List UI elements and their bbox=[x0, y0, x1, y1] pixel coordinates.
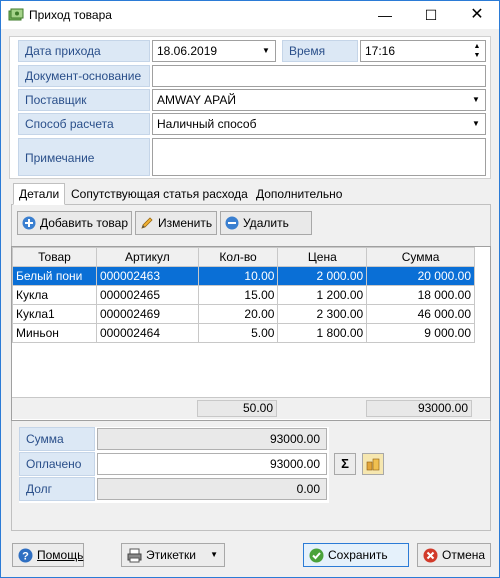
chevron-down-icon[interactable]: ▼ bbox=[258, 42, 274, 60]
supplier-value: AMWAY АРАЙ bbox=[157, 93, 236, 107]
printer-icon bbox=[127, 548, 142, 563]
sum-total-button[interactable]: Σ bbox=[334, 453, 356, 475]
goods-table[interactable]: Товар Артикул Кол-во Цена Сумма Белый по… bbox=[11, 246, 491, 421]
window-title: Приход товара bbox=[29, 8, 112, 22]
save-label: Сохранить bbox=[328, 548, 388, 562]
app-icon bbox=[8, 8, 24, 21]
cell-price: 1 800.00 bbox=[277, 323, 368, 343]
labels-button[interactable]: Этикетки ▼ bbox=[121, 543, 225, 567]
paid-label: Оплачено bbox=[19, 452, 95, 476]
tab-strip: Детали Сопутствующая статья расхода Допо… bbox=[11, 183, 491, 205]
help-label: Помощь bbox=[37, 548, 84, 562]
add-product-button[interactable]: Добавить товар bbox=[17, 211, 132, 235]
header-form: Дата прихода 18.06.2019 ▼ Время 17:16 ▲ ▼… bbox=[9, 36, 491, 179]
delete-label: Удалить bbox=[243, 216, 289, 230]
date-value: 18.06.2019 bbox=[157, 44, 218, 58]
help-button[interactable]: ? Помощь bbox=[12, 543, 84, 567]
doc-label: Документ-основание bbox=[18, 65, 150, 87]
cancel-button[interactable]: Отмена bbox=[417, 543, 491, 567]
table-row[interactable]: Кукла1 000002469 20.00 2 300.00 46 000.0… bbox=[12, 304, 475, 324]
cancel-icon bbox=[423, 548, 438, 563]
minus-icon bbox=[225, 216, 239, 230]
svg-text:?: ? bbox=[22, 551, 29, 563]
cell-sum: 9 000.00 bbox=[366, 323, 475, 343]
supplier-label: Поставщик bbox=[18, 89, 150, 111]
cell-product: Миньон bbox=[12, 323, 97, 343]
cell-sum: 20 000.00 bbox=[366, 266, 475, 286]
tab-details[interactable]: Детали bbox=[13, 183, 66, 205]
add-product-label: Добавить товар bbox=[40, 216, 128, 230]
payment-field[interactable]: Наличный способ ▼ bbox=[152, 113, 486, 135]
doc-field[interactable] bbox=[152, 65, 486, 87]
delete-button[interactable]: Удалить bbox=[220, 211, 312, 235]
coins-button[interactable] bbox=[362, 453, 384, 475]
cell-article: 000002465 bbox=[95, 285, 199, 305]
cell-article: 000002469 bbox=[95, 304, 199, 324]
help-icon: ? bbox=[18, 548, 33, 563]
cell-price: 2 300.00 bbox=[277, 304, 368, 324]
sum-label: Сумма bbox=[19, 427, 95, 451]
cell-product: Кукла bbox=[12, 285, 97, 305]
table-row[interactable]: Белый пони 000002463 10.00 2 000.00 20 0… bbox=[12, 266, 475, 286]
summary-panel: Сумма 93000.00 Оплачено 93000.00 Долг 0.… bbox=[19, 427, 329, 503]
chevron-down-icon: ▼ bbox=[210, 550, 218, 559]
plus-icon bbox=[22, 216, 36, 230]
cell-qty: 5.00 bbox=[197, 323, 279, 343]
cell-article: 000002464 bbox=[95, 323, 199, 343]
chevron-down-icon[interactable]: ▼ bbox=[468, 91, 484, 109]
cancel-label: Отмена bbox=[442, 548, 486, 562]
maximize-button[interactable]: ☐ bbox=[408, 1, 454, 29]
cell-qty: 20.00 bbox=[197, 304, 279, 324]
payment-label: Способ расчета bbox=[18, 113, 150, 135]
save-button[interactable]: Сохранить bbox=[303, 543, 409, 567]
chevron-down-icon[interactable]: ▼ bbox=[468, 115, 484, 133]
cell-price: 1 200.00 bbox=[277, 285, 368, 305]
cell-sum: 18 000.00 bbox=[366, 285, 475, 305]
edit-label: Изменить bbox=[158, 216, 213, 230]
payment-value: Наличный способ bbox=[157, 117, 257, 131]
labels-label: Этикетки bbox=[146, 548, 196, 562]
note-field[interactable] bbox=[152, 138, 486, 176]
cell-qty: 15.00 bbox=[197, 285, 279, 305]
close-button[interactable]: ✕ bbox=[454, 1, 500, 29]
coins-icon bbox=[366, 458, 380, 471]
totals-row: 50.00 93000.00 bbox=[12, 397, 490, 419]
window: Приход товара — ☐ ✕ Дата прихода 18.06.2… bbox=[0, 0, 500, 578]
time-label: Время bbox=[282, 40, 358, 62]
minimize-button[interactable]: — bbox=[362, 1, 408, 29]
total-qty: 50.00 bbox=[197, 400, 277, 417]
time-value: 17:16 bbox=[365, 44, 396, 58]
sum-field: 93000.00 bbox=[97, 428, 327, 450]
column-header[interactable]: Кол-во bbox=[197, 247, 279, 267]
table-row[interactable]: Миньон 000002464 5.00 1 800.00 9 000.00 bbox=[12, 323, 475, 343]
cell-price: 2 000.00 bbox=[277, 266, 368, 286]
tab-additional[interactable]: Дополнительно bbox=[250, 183, 348, 205]
column-header[interactable]: Цена bbox=[277, 247, 368, 267]
column-header[interactable]: Артикул bbox=[95, 247, 199, 267]
cell-article: 000002463 bbox=[95, 266, 199, 286]
debt-label: Долг bbox=[19, 477, 95, 501]
supplier-field[interactable]: AMWAY АРАЙ ▼ bbox=[152, 89, 486, 111]
date-label: Дата прихода bbox=[18, 40, 150, 62]
edit-button[interactable]: Изменить bbox=[135, 211, 217, 235]
date-field[interactable]: 18.06.2019 ▼ bbox=[152, 40, 276, 62]
note-label: Примечание bbox=[18, 138, 150, 176]
table-row[interactable]: Кукла 000002465 15.00 1 200.00 18 000.00 bbox=[12, 285, 475, 305]
paid-field[interactable]: 93000.00 bbox=[97, 453, 327, 475]
cell-qty: 10.00 bbox=[197, 266, 279, 286]
pencil-icon bbox=[141, 217, 153, 229]
title-bar: Приход товара — ☐ ✕ bbox=[1, 1, 499, 29]
cell-product: Кукла1 bbox=[12, 304, 97, 324]
column-header[interactable]: Товар bbox=[12, 247, 97, 267]
check-icon bbox=[309, 548, 324, 563]
cell-sum: 46 000.00 bbox=[366, 304, 475, 324]
spinner-icon[interactable]: ▲ ▼ bbox=[470, 42, 484, 60]
total-sum: 93000.00 bbox=[366, 400, 472, 417]
table-header: Товар Артикул Кол-во Цена Сумма bbox=[12, 247, 475, 267]
column-header[interactable]: Сумма bbox=[366, 247, 475, 267]
cell-product: Белый пони bbox=[12, 266, 97, 286]
debt-field: 0.00 bbox=[97, 478, 327, 500]
tab-expense[interactable]: Сопутствующая статья расхода bbox=[65, 183, 254, 205]
time-field[interactable]: 17:16 ▲ ▼ bbox=[360, 40, 486, 62]
